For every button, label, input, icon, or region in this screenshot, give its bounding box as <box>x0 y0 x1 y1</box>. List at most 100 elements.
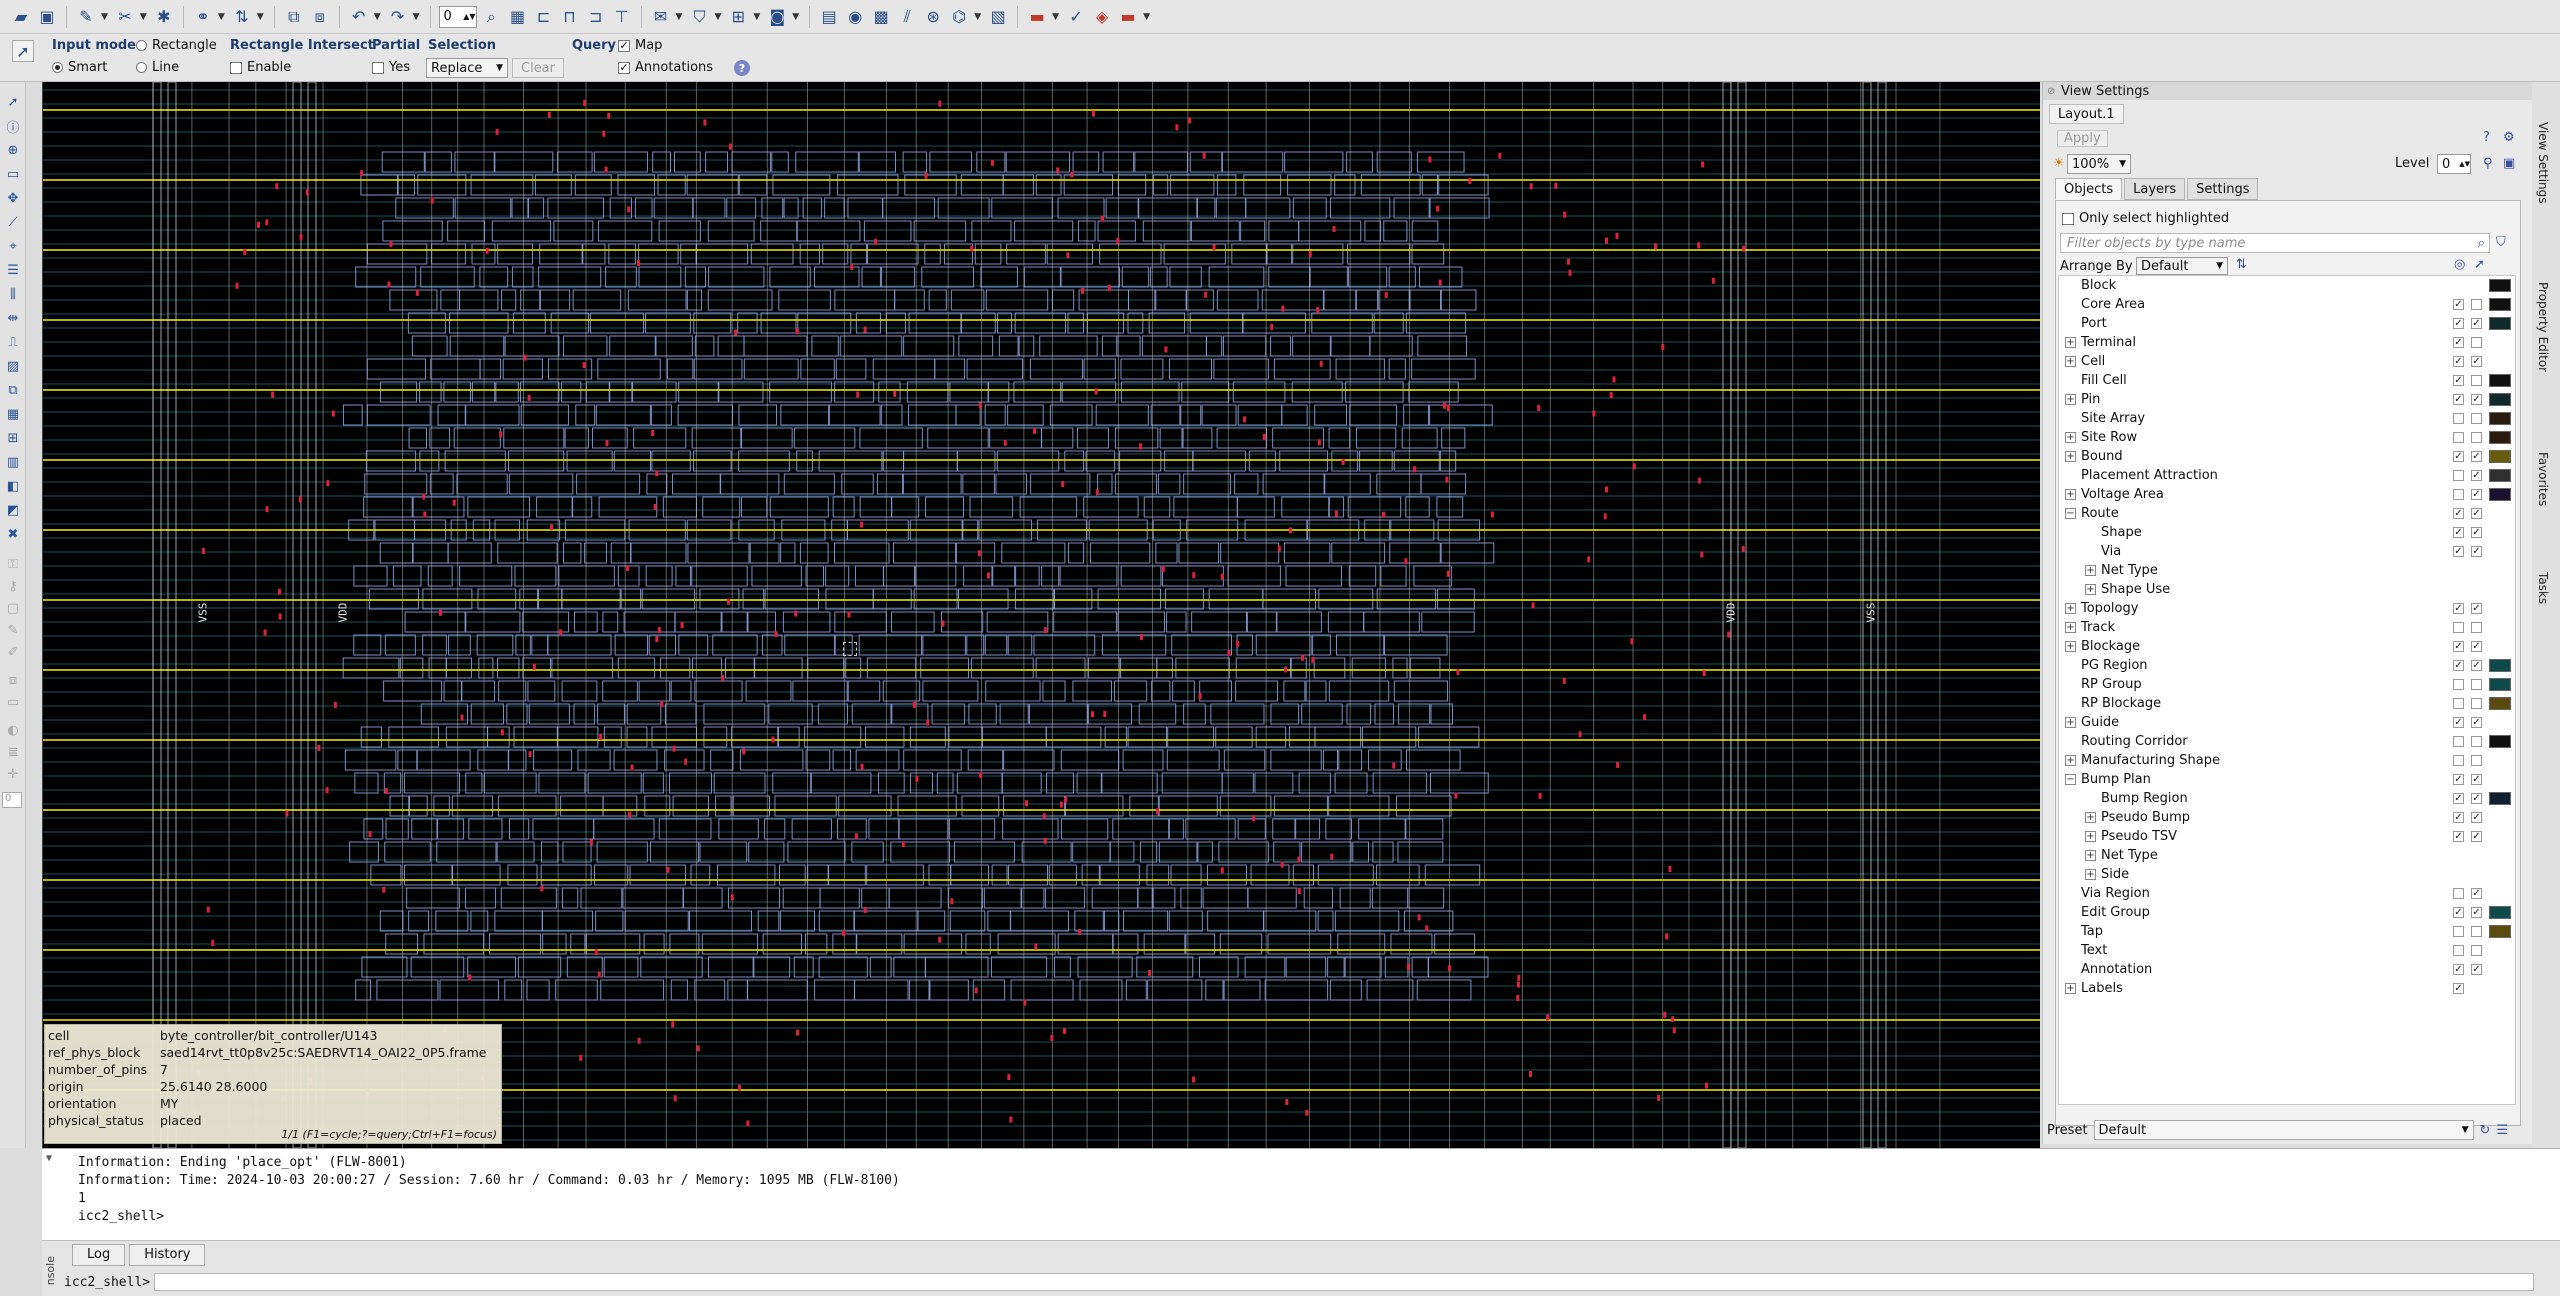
tree-item[interactable]: − Bump Plan <box>2059 770 2515 789</box>
collapse-icon[interactable]: ▼ <box>46 1153 52 1164</box>
color-swatch[interactable] <box>2489 450 2511 463</box>
visible-checkbox[interactable] <box>2453 641 2464 652</box>
group-icon[interactable]: ⧉ <box>5 382 21 398</box>
pin-icon[interactable]: ⚲ <box>2483 156 2493 171</box>
side-tab-property-editor[interactable]: Property Editor <box>2536 282 2550 372</box>
selectable-checkbox[interactable] <box>2471 375 2482 386</box>
crosshair-icon[interactable]: ✛ <box>5 766 21 782</box>
selectable-checkbox[interactable] <box>2471 622 2482 633</box>
visible-checkbox[interactable] <box>2453 622 2464 633</box>
expand-icon[interactable]: + <box>2065 983 2076 994</box>
expand-icon[interactable]: + <box>2065 603 2076 614</box>
menu-icon[interactable]: ☰ <box>2496 1123 2508 1138</box>
visible-checkbox[interactable] <box>2453 546 2464 557</box>
query-annotations-checkbox[interactable]: ✓ Annotations <box>618 60 713 75</box>
layout-icon[interactable]: ▤ <box>818 6 840 28</box>
visible-checkbox[interactable] <box>2453 470 2464 481</box>
block-icon[interactable]: ▢ <box>5 600 21 616</box>
selectable-checkbox[interactable] <box>2471 451 2482 462</box>
color-swatch[interactable] <box>2489 412 2511 425</box>
expand-icon[interactable]: + <box>2085 812 2096 823</box>
tree-item[interactable]: Routing Corridor <box>2059 732 2515 751</box>
screenshot-icon[interactable]: ▣ <box>2503 156 2515 171</box>
visible-checkbox[interactable] <box>2453 679 2464 690</box>
tree-item[interactable]: Annotation <box>2059 960 2515 979</box>
adjust-icon[interactable]: ≣ <box>5 744 21 760</box>
visible-checkbox[interactable] <box>2453 774 2464 785</box>
color-swatch[interactable] <box>2489 678 2511 691</box>
visible-checkbox[interactable] <box>2453 812 2464 823</box>
visible-checkbox[interactable] <box>2453 508 2464 519</box>
move-icon[interactable]: ⇅ <box>231 6 253 28</box>
tree-item[interactable]: + Cell <box>2059 352 2515 371</box>
filter-icon[interactable]: ⛉ <box>2496 235 2506 250</box>
refresh-icon[interactable]: ↻ <box>2480 1123 2491 1138</box>
level-spinbox[interactable]: 0 ▲▼ <box>438 5 477 28</box>
frame-icon[interactable]: ▭ <box>5 694 21 710</box>
report-icon[interactable]: ▧ <box>987 6 1009 28</box>
color-swatch[interactable] <box>2489 374 2511 387</box>
congestion-icon[interactable]: ▬ <box>1117 6 1139 28</box>
align-right-icon[interactable]: ⊐ <box>585 6 607 28</box>
tree-item[interactable]: + Terminal <box>2059 333 2515 352</box>
side-tab-view-settings[interactable]: View Settings <box>2536 122 2550 204</box>
align-icon[interactable]: ⫼ <box>5 286 21 302</box>
layers-icon[interactable]: ☰ <box>5 262 21 278</box>
tree-item[interactable]: + Pseudo Bump <box>2059 808 2515 827</box>
arrange-by-select[interactable]: Default ▼ <box>2136 257 2228 275</box>
snapshot-icon[interactable]: ◙ <box>766 6 788 28</box>
color-swatch[interactable] <box>2489 906 2511 919</box>
tab-log[interactable]: Log <box>72 1243 126 1266</box>
selectable-checkbox[interactable] <box>2471 698 2482 709</box>
color-swatch[interactable] <box>2489 317 2511 330</box>
expand-icon[interactable]: + <box>2085 869 2096 880</box>
expand-icon[interactable]: + <box>2065 489 2076 500</box>
color-swatch[interactable] <box>2489 735 2511 748</box>
expand-icon[interactable]: + <box>2065 717 2076 728</box>
lock-icon[interactable]: ⚿ <box>5 556 21 572</box>
visible-checkbox[interactable] <box>2453 413 2464 424</box>
pins-icon[interactable]: ⊞ <box>5 430 21 446</box>
visible-checkbox[interactable] <box>2453 793 2464 804</box>
color-swatch[interactable] <box>2489 792 2511 805</box>
selectable-checkbox[interactable] <box>2471 945 2482 956</box>
color-swatch[interactable] <box>2489 469 2511 482</box>
visible-checkbox[interactable] <box>2453 451 2464 462</box>
selectable-checkbox[interactable] <box>2471 299 2482 310</box>
layout-tab[interactable]: Layout.1 <box>2049 104 2124 124</box>
color-swatch[interactable] <box>2489 697 2511 710</box>
partial-yes-checkbox[interactable]: Yes <box>372 60 410 75</box>
side-tab-tasks[interactable]: Tasks <box>2536 572 2550 604</box>
duplicate-icon[interactable]: ⧈ <box>5 672 21 688</box>
tree-item[interactable]: Text <box>2059 941 2515 960</box>
shape-icon[interactable]: ▨ <box>5 358 21 374</box>
drc-icon[interactable]: ▬ <box>1026 6 1048 28</box>
visible-checkbox[interactable] <box>2453 926 2464 937</box>
visible-checkbox[interactable] <box>2453 318 2464 329</box>
chip-icon[interactable]: ▩ <box>870 6 892 28</box>
color-swatch[interactable] <box>2489 279 2511 292</box>
visible-checkbox[interactable] <box>2453 489 2464 500</box>
zoom-select[interactable]: 100% ▼ <box>2067 154 2131 174</box>
tree-item[interactable]: + Blockage <box>2059 637 2515 656</box>
visible-checkbox[interactable] <box>2453 527 2464 538</box>
help-icon[interactable]: ? <box>734 60 750 76</box>
globe-icon[interactable]: ⊛ <box>922 6 944 28</box>
spin-arrows-icon[interactable]: ▲▼ <box>463 12 475 21</box>
selectable-checkbox[interactable] <box>2471 736 2482 747</box>
tab-objects[interactable]: Objects <box>2055 178 2123 200</box>
spacing-icon[interactable]: ⇹ <box>5 310 21 326</box>
bookmark-icon[interactable]: ▥ <box>5 454 21 470</box>
tree-item[interactable]: + Pin <box>2059 390 2515 409</box>
preset-select[interactable]: Default ▼ <box>2093 1120 2474 1140</box>
tree-item[interactable]: Bump Region <box>2059 789 2515 808</box>
selectable-checkbox[interactable] <box>2471 413 2482 424</box>
selectable-checkbox[interactable] <box>2471 641 2482 652</box>
route-icon[interactable]: ⎍ <box>5 334 21 350</box>
eye-icon[interactable]: ◉ <box>844 6 866 28</box>
clear-highlight-icon[interactable]: ✖ <box>5 526 21 542</box>
visible-checkbox[interactable] <box>2453 831 2464 842</box>
layout-canvas[interactable]: VSS VDD VDD VSS <box>42 82 2040 1148</box>
pan-icon[interactable]: ✥ <box>5 190 21 206</box>
selectable-checkbox[interactable] <box>2471 831 2482 842</box>
